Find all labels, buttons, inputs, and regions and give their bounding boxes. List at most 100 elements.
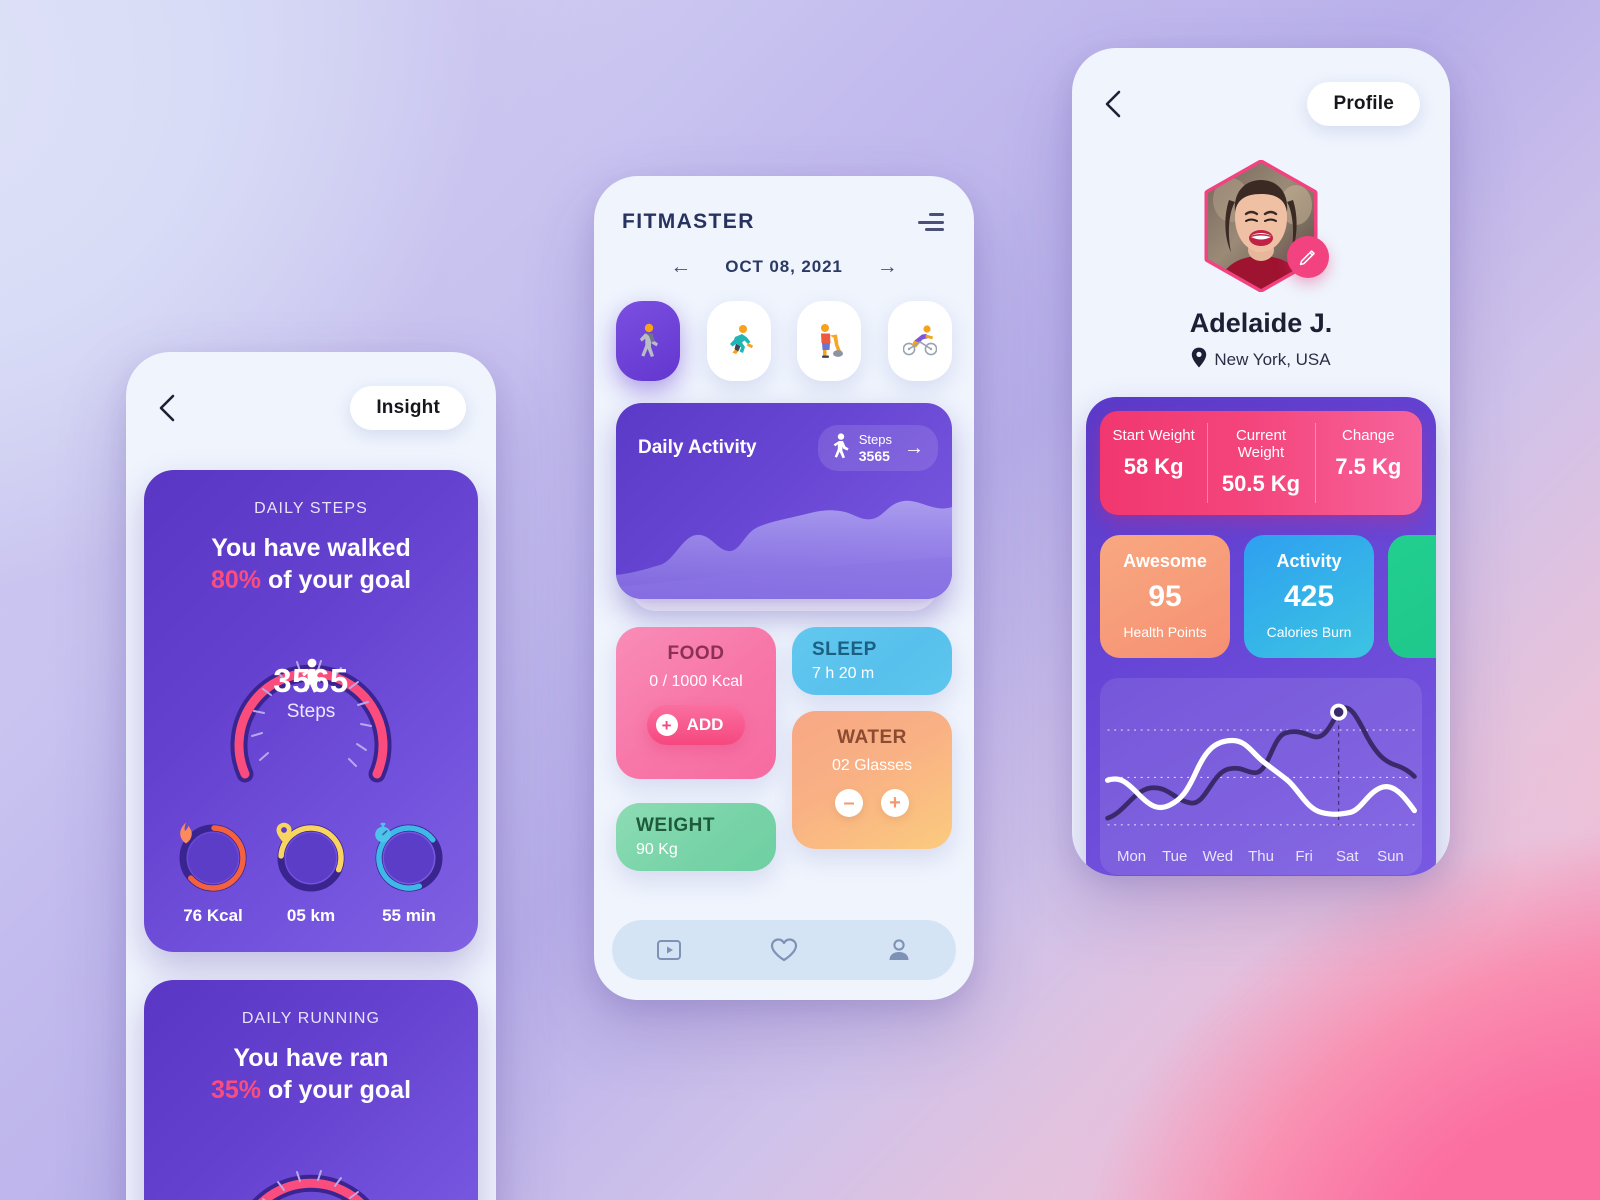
activity-chip-elliptical[interactable] bbox=[797, 301, 862, 381]
daily-steps-line2: of your goal bbox=[267, 566, 412, 594]
health-points-value: 95 bbox=[1148, 580, 1182, 613]
steps-gauge-center: 3565 Steps bbox=[164, 658, 458, 723]
daily-steps-percent: 80% bbox=[210, 566, 262, 594]
start-weight-value: 58 Kg bbox=[1123, 454, 1184, 479]
water-stepper: – + bbox=[806, 789, 938, 817]
water-tile[interactable]: WATER 02 Glasses – + bbox=[792, 711, 952, 849]
heart-icon[interactable] bbox=[770, 937, 798, 963]
food-add-label: ADD bbox=[686, 715, 724, 734]
diet-caption: Diet bbox=[1398, 600, 1437, 621]
steps-gauge: 3565 Steps bbox=[164, 614, 458, 802]
daily-steps-kicker: DAILY STEPS bbox=[254, 500, 368, 517]
start-weight-label: Start Weight bbox=[1112, 427, 1195, 444]
metric-tile-grid: FOOD 0 / 1000 Kcal + ADD SLEEP 7 h 20 m … bbox=[594, 627, 974, 871]
current-weight-cell: Current Weight 50.5 Kg bbox=[1207, 411, 1314, 515]
weight-summary-bar: Start Weight 58 Kg Current Weight 50.5 K… bbox=[1100, 411, 1422, 515]
day-label-sat: Sat bbox=[1336, 847, 1359, 865]
phone-insight-screen: Insight DAILY STEPS You have walked 80% … bbox=[126, 352, 496, 1200]
daily-running-percent: 35% bbox=[210, 1076, 262, 1104]
steps-unit: Steps bbox=[286, 701, 336, 722]
water-value: 02 Glasses bbox=[831, 757, 913, 774]
daily-activity-badge-label: Steps bbox=[858, 432, 892, 447]
daily-activity-header: Daily Activity Steps 3565 → bbox=[616, 403, 952, 472]
hamburger-menu-icon[interactable] bbox=[918, 213, 944, 231]
current-weight-label: Current Weight bbox=[1235, 427, 1286, 461]
daily-steps-line1: You have walked bbox=[211, 534, 411, 562]
calories-burn-caption: Calories Burn bbox=[1266, 624, 1352, 640]
steps-metric-row: 76 Kcal 05 km 55 min bbox=[164, 822, 458, 926]
stat-card-calories-burn[interactable]: Activity 425 Calories Burn bbox=[1244, 535, 1374, 658]
metric-duration: 55 min bbox=[361, 822, 457, 926]
activity-chip-running[interactable] bbox=[706, 301, 771, 381]
day-label-mon: Mon bbox=[1116, 847, 1147, 865]
plus-circle-icon: + bbox=[655, 714, 678, 736]
daily-activity-badge-text: Steps 3565 bbox=[859, 432, 892, 464]
profile-top-bar: Profile bbox=[1072, 48, 1450, 126]
calories-burn-value: 425 bbox=[1283, 580, 1335, 613]
stopwatch-icon bbox=[373, 822, 445, 894]
current-weight-value: 50.5 Kg bbox=[1221, 471, 1301, 496]
weight-value: 90 Kg bbox=[636, 841, 678, 858]
metric-calories: 76 Kcal bbox=[165, 822, 261, 926]
sleep-tile[interactable]: SLEEP 7 h 20 m bbox=[792, 627, 952, 695]
water-decrement-button[interactable]: – bbox=[835, 789, 863, 817]
video-play-icon[interactable] bbox=[656, 937, 682, 963]
avatar-hexagon[interactable] bbox=[1201, 160, 1329, 292]
weight-title: WEIGHT bbox=[636, 815, 715, 836]
calories-label: 76 Kcal bbox=[183, 906, 243, 925]
calories-burn-title: Activity bbox=[1276, 551, 1342, 571]
food-tile[interactable]: FOOD 0 / 1000 Kcal + ADD bbox=[616, 627, 776, 779]
activity-sparkline-chart bbox=[616, 500, 952, 599]
weight-tile[interactable]: WEIGHT 90 Kg bbox=[616, 803, 776, 871]
food-title: FOOD bbox=[667, 643, 725, 664]
dashboard-top-bar: FITMASTER bbox=[594, 176, 974, 234]
water-increment-button[interactable]: + bbox=[881, 789, 909, 817]
walking-person-icon bbox=[830, 433, 850, 463]
person-icon[interactable] bbox=[886, 937, 912, 963]
duration-label: 55 min bbox=[382, 906, 436, 925]
flame-icon bbox=[177, 822, 249, 894]
chevron-left-icon[interactable] bbox=[154, 394, 180, 422]
app-mockup-canvas: Insight DAILY STEPS You have walked 80% … bbox=[0, 0, 1600, 1200]
profile-stats-panel: Start Weight 58 Kg Current Weight 50.5 K… bbox=[1086, 397, 1436, 876]
profile-identity-block: Adelaide J. New York, USA bbox=[1072, 160, 1450, 373]
day-label-fri: Fri bbox=[1295, 847, 1313, 865]
weekly-chart-svg bbox=[1104, 703, 1418, 826]
change-weight-value: 7.5 Kg bbox=[1335, 454, 1402, 479]
right-tile-column: SLEEP 7 h 20 m WATER 02 Glasses – + bbox=[792, 627, 952, 849]
date-navigator: ← OCT 08, 2021 → bbox=[594, 256, 974, 277]
stat-card-carousel[interactable]: Awesome 95 Health Points Activity 425 Ca… bbox=[1100, 535, 1436, 658]
stat-card-health-points[interactable]: Awesome 95 Health Points bbox=[1100, 535, 1230, 658]
stat-card-diet[interactable]: We Diet bbox=[1388, 535, 1436, 658]
food-value: 0 / 1000 Kcal bbox=[649, 673, 743, 690]
daily-steps-card: DAILY STEPS You have walked 80% of your … bbox=[144, 470, 478, 952]
insight-top-bar: Insight bbox=[126, 352, 496, 430]
water-title: WATER bbox=[837, 727, 907, 748]
weekly-activity-chart: Mon Tue Wed Thu Fri Sat Sun bbox=[1100, 678, 1422, 875]
activity-chip-walking[interactable] bbox=[616, 301, 680, 381]
health-points-caption: Health Points bbox=[1123, 624, 1207, 640]
activity-type-selector bbox=[594, 301, 974, 381]
health-points-title: Awesome bbox=[1123, 551, 1207, 571]
profile-location-text: New York, USA bbox=[1214, 350, 1331, 369]
running-gauge bbox=[164, 1124, 458, 1200]
insight-title-pill[interactable]: Insight bbox=[350, 386, 466, 430]
arrow-left-icon[interactable]: ← bbox=[670, 256, 691, 277]
daily-activity-steps-badge[interactable]: Steps 3565 → bbox=[817, 425, 938, 472]
arrow-right-icon[interactable]: → bbox=[904, 437, 924, 460]
arrow-right-icon[interactable]: → bbox=[877, 256, 898, 277]
daily-running-kicker: DAILY RUNNING bbox=[241, 1010, 381, 1027]
duration-ring bbox=[373, 822, 445, 894]
diet-title: We bbox=[1398, 575, 1436, 596]
change-weight-cell: Change 7.5 Kg bbox=[1314, 411, 1422, 515]
daily-activity-stack: Daily Activity Steps 3565 → bbox=[616, 403, 952, 611]
pencil-icon[interactable] bbox=[1287, 236, 1329, 278]
activity-chip-cycling[interactable] bbox=[887, 301, 952, 381]
sleep-value: 7 h 20 m bbox=[812, 665, 875, 682]
daily-activity-card[interactable]: Daily Activity Steps 3565 → bbox=[616, 403, 952, 599]
profile-title-pill[interactable]: Profile bbox=[1307, 82, 1420, 126]
chevron-left-icon[interactable] bbox=[1100, 90, 1126, 118]
distance-ring bbox=[275, 822, 347, 894]
weekly-chart-day-labels: Mon Tue Wed Thu Fri Sat Sun bbox=[1100, 844, 1422, 875]
food-add-button[interactable]: + ADD bbox=[646, 705, 746, 745]
